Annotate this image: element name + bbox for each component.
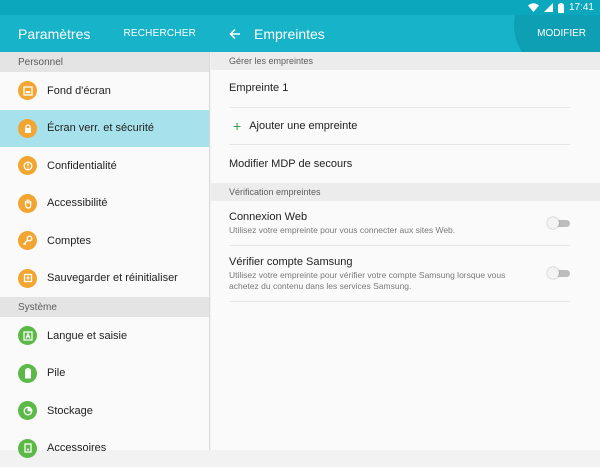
plus-icon: +	[233, 118, 241, 134]
nav-item-label: Accessoires	[47, 442, 106, 454]
web-login-switch[interactable]	[548, 218, 570, 228]
nav-item-label: Accessibilité	[47, 197, 108, 209]
nav-item-storage[interactable]: Stockage	[0, 392, 209, 430]
settings-app-bar: Paramètres RECHERCHER	[0, 15, 210, 52]
web-login-item[interactable]: Connexion Web Utilisez votre empreinte p…	[229, 201, 570, 246]
edit-button[interactable]: MODIFIER	[537, 28, 586, 39]
nav-item-wallpaper[interactable]: Fond d'écran	[0, 72, 209, 110]
nav-item-accessories[interactable]: Accessoires	[0, 430, 209, 467]
wifi-icon	[528, 3, 539, 12]
nav-item-lock-security[interactable]: Écran verr. et sécurité	[0, 110, 209, 148]
settings-list: Personnel Fond d'écran Écran verr. et sé…	[0, 52, 210, 450]
status-time: 17:41	[569, 2, 594, 13]
nav-item-label: Pile	[47, 367, 65, 379]
web-login-title: Connexion Web	[229, 211, 455, 223]
page-title: Empreintes	[254, 26, 325, 42]
nav-item-label: Confidentialité	[47, 160, 117, 172]
nav-item-battery[interactable]: Pile	[0, 355, 209, 393]
battery-icon	[18, 364, 37, 383]
backup-icon	[18, 269, 37, 288]
nav-item-label: Sauvegarder et réinitialiser	[47, 272, 178, 284]
nav-item-privacy[interactable]: Confidentialité	[0, 147, 209, 185]
battery-status-icon	[558, 3, 564, 13]
language-icon	[18, 326, 37, 345]
add-fingerprint-label: Ajouter une empreinte	[249, 120, 357, 132]
nav-item-label: Fond d'écran	[47, 85, 111, 97]
section-header-manage: Gérer les empreintes	[211, 52, 600, 70]
backup-password-item[interactable]: Modifier MDP de secours	[229, 145, 570, 183]
fingerprint-1-label: Empreinte 1	[229, 82, 288, 94]
section-header-personnel: Personnel	[0, 52, 209, 72]
nav-item-label: Stockage	[47, 405, 93, 417]
samsung-account-item[interactable]: Vérifier compte Samsung Utilisez votre e…	[229, 246, 570, 302]
key-icon	[18, 231, 37, 250]
nav-item-accounts[interactable]: Comptes	[0, 222, 209, 260]
fingerprints-content: Gérer les empreintes Empreinte 1 + Ajout…	[211, 52, 600, 450]
accessories-icon	[18, 439, 37, 458]
nav-item-backup-reset[interactable]: Sauvegarder et réinitialiser	[0, 260, 209, 298]
fingerprints-app-bar: Empreintes MODIFIER	[210, 15, 600, 52]
nav-item-accessibility[interactable]: Accessibilité	[0, 185, 209, 223]
samsung-account-switch[interactable]	[548, 268, 570, 278]
nav-item-language-input[interactable]: Langue et saisie	[0, 317, 209, 355]
fingerprint-1-item[interactable]: Empreinte 1	[229, 70, 570, 108]
settings-title: Paramètres	[18, 26, 90, 42]
add-fingerprint-item[interactable]: + Ajouter une empreinte	[229, 108, 570, 146]
status-bar: 17:41	[0, 0, 600, 15]
nav-item-label: Comptes	[47, 235, 91, 247]
section-header-systeme: Système	[0, 297, 209, 317]
wallpaper-icon	[18, 81, 37, 100]
privacy-icon	[18, 156, 37, 175]
hand-icon	[18, 194, 37, 213]
nav-item-label: Langue et saisie	[47, 330, 127, 342]
back-arrow-icon[interactable]	[226, 25, 244, 43]
search-button[interactable]: RECHERCHER	[123, 28, 196, 39]
samsung-account-title: Vérifier compte Samsung	[229, 256, 529, 268]
storage-icon	[18, 401, 37, 420]
lock-icon	[18, 119, 37, 138]
backup-password-label: Modifier MDP de secours	[229, 158, 352, 170]
web-login-subtitle: Utilisez votre empreinte pour vous conne…	[229, 225, 455, 236]
nav-item-label: Écran verr. et sécurité	[47, 122, 154, 134]
section-header-verification: Vérification empreintes	[211, 183, 600, 201]
signal-icon	[544, 3, 553, 12]
samsung-account-subtitle: Utilisez votre empreinte pour vérifier v…	[229, 270, 529, 292]
